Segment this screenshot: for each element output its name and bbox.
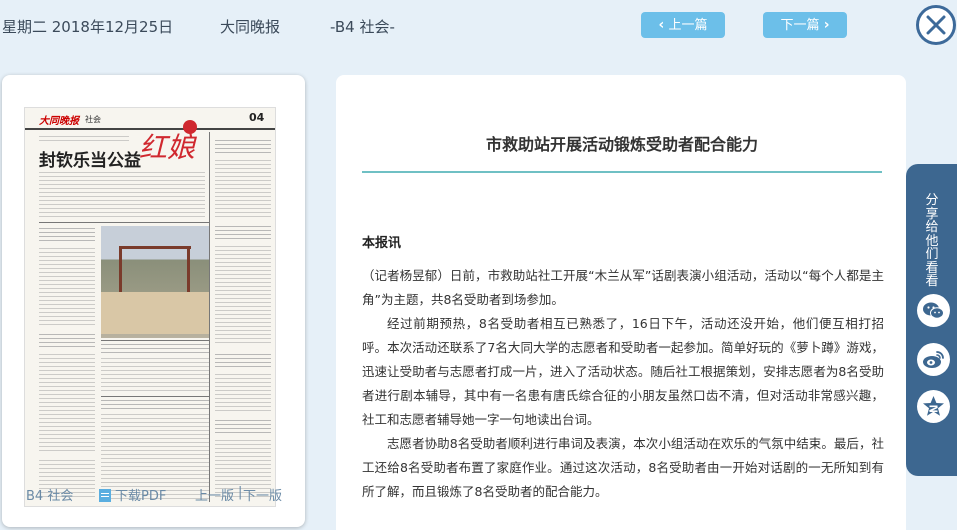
top-bar: 星期二 2018年12月25日 大同晚报 -B4 社会- ‹ 上一篇 下一篇 › [0, 0, 957, 52]
download-pdf-link[interactable]: 下载PDF [99, 485, 166, 504]
prev-article-label: 上一篇 [668, 18, 708, 33]
thumbnail-masthead: 大同晚报 [39, 116, 79, 127]
share-sidebar: 分享给他们看看 [906, 164, 957, 476]
thumbnail-caption [101, 292, 209, 334]
chevron-right-icon: › [823, 17, 830, 33]
article-byline: 本报讯 [362, 236, 402, 251]
issue-date: 星期二 2018年12月25日 [2, 18, 174, 36]
article-body: （记者杨昱郁）日前，市救助站社工开展“木兰从军”话剧表演小组活动，活动以“每个人… [362, 264, 884, 504]
download-pdf-label: 下载PDF [115, 489, 167, 504]
newspaper-page-thumbnail[interactable]: 大同晚报 社会 04 封钦乐当公益 红娘 [24, 107, 276, 507]
qzone-star-icon [923, 396, 944, 416]
weibo-icon [923, 351, 944, 368]
page-preview-panel: 大同晚报 社会 04 封钦乐当公益 红娘 B4 社会 下载PDF 上一版 | 下… [2, 75, 305, 527]
close-button[interactable] [916, 5, 956, 45]
paper-name: 大同晚报 [220, 18, 281, 36]
prev-article-button[interactable]: ‹ 上一篇 [641, 12, 725, 38]
article-paragraph: 志愿者协助8名受助者顺利进行串词及表演，本次小组活动在欢乐的气氛中结束。最后，社… [362, 436, 884, 499]
thumbnail-section: 社会 [85, 115, 101, 124]
wechat-share-button[interactable] [917, 294, 950, 327]
chevron-left-icon: ‹ [658, 17, 665, 33]
page-label-link[interactable]: B4 社会 [26, 485, 73, 504]
article-panel: 市救助站开展活动锻炼受助者配合能力 本报讯 （记者杨昱郁）日前，市救助站社工开展… [336, 75, 906, 530]
article-paragraph: 经过前期预热，8名受助者相互已熟悉了，16日下午，活动还没开始，他们便互相打招呼… [362, 316, 884, 427]
next-page-link[interactable]: 下一版 [243, 485, 282, 504]
pdf-icon [99, 489, 111, 502]
close-icon [926, 15, 946, 35]
article-paragraph: （记者杨昱郁）日前，市救助站社工开展“木兰从军”话剧表演小组活动，活动以“每个人… [362, 268, 884, 307]
share-label: 分享给他们看看 [925, 193, 939, 289]
page-link-separator: | [238, 485, 243, 500]
prev-page-link[interactable]: 上一版 [195, 485, 234, 504]
title-divider [362, 171, 882, 173]
rose-decoration [183, 120, 197, 134]
wechat-icon [923, 302, 944, 319]
next-article-button[interactable]: 下一篇 › [763, 12, 847, 38]
page-section: -B4 社会- [330, 18, 395, 36]
article-title: 市救助站开展活动锻炼受助者配合能力 [485, 135, 758, 154]
thumbnail-headline: 封钦乐当公益 [39, 151, 141, 171]
next-article-label: 下一篇 [780, 18, 820, 33]
thumbnail-page-number: 04 [249, 111, 265, 124]
weibo-share-button[interactable] [917, 343, 950, 376]
qzone-share-button[interactable] [917, 390, 950, 423]
page-footer: B4 社会 下载PDF 上一版 | 下一版 [2, 485, 305, 507]
